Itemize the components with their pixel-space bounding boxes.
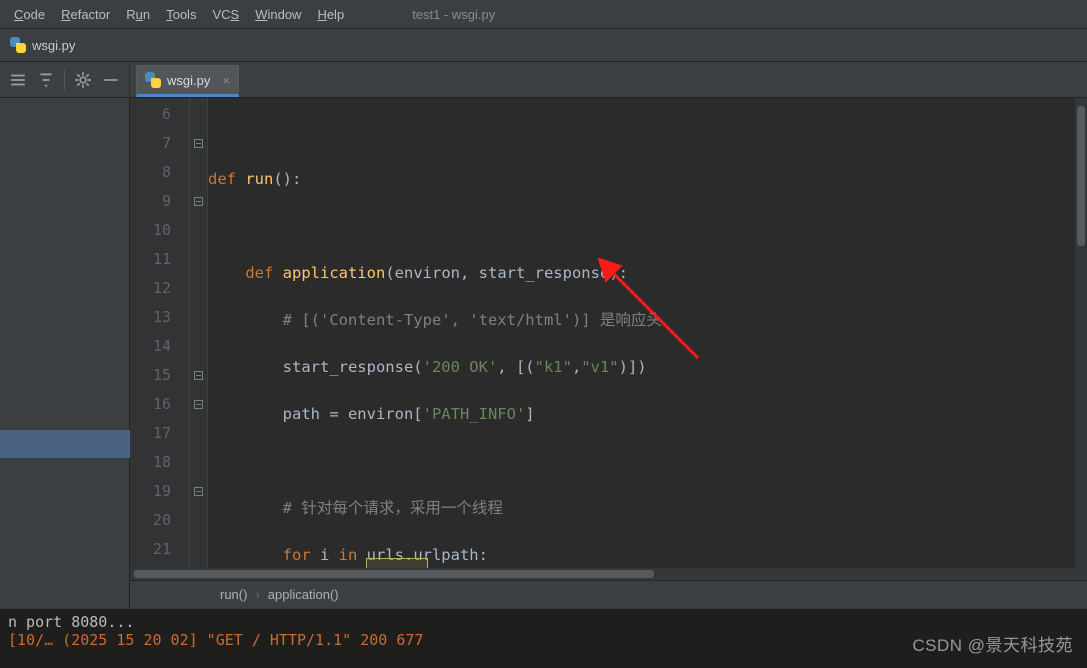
fold-cell[interactable] bbox=[190, 535, 207, 564]
project-toolbar bbox=[0, 62, 130, 97]
nav-bar: wsgi.py bbox=[0, 29, 1087, 62]
fold-cell[interactable] bbox=[190, 419, 207, 448]
line-number: 10 bbox=[130, 216, 189, 245]
close-icon[interactable]: × bbox=[222, 73, 230, 88]
line-number: 11 bbox=[130, 245, 189, 274]
breadcrumb-item[interactable]: run() bbox=[220, 587, 247, 602]
scrollbar-thumb[interactable] bbox=[1077, 106, 1085, 246]
menu-help[interactable]: Help bbox=[309, 0, 352, 28]
run-console[interactable]: n port 8080... [10/… (2025 15 20 02] "GE… bbox=[0, 608, 1087, 668]
menu-refactor[interactable]: Refactor bbox=[53, 0, 118, 28]
line-number: 13 bbox=[130, 303, 189, 332]
fold-toggle-icon[interactable] bbox=[194, 139, 203, 148]
fold-cell[interactable] bbox=[190, 303, 207, 332]
console-line: [10/… (2025 15 20 02] "GET / HTTP/1.1" 2… bbox=[8, 631, 1079, 649]
fold-cell[interactable] bbox=[190, 187, 207, 216]
menu-code[interactable]: Code bbox=[6, 0, 53, 28]
menu-vcs[interactable]: VCS bbox=[204, 0, 247, 28]
fold-cell[interactable] bbox=[190, 332, 207, 361]
window-title: test1 - wsgi.py bbox=[412, 7, 495, 22]
menu-bar: Code Refactor Run Tools VCS Window Help … bbox=[0, 0, 1087, 29]
line-number: 7 bbox=[130, 129, 189, 158]
code-line: # 针对每个请求，采用一个线程 bbox=[208, 494, 1087, 523]
fold-toggle-icon[interactable] bbox=[194, 400, 203, 409]
fold-toggle-icon[interactable] bbox=[194, 197, 203, 206]
fold-cell[interactable] bbox=[190, 100, 207, 129]
fold-cell[interactable] bbox=[190, 477, 207, 506]
scrollbar-thumb[interactable] bbox=[134, 570, 654, 578]
side-panel[interactable] bbox=[0, 98, 130, 608]
line-number-gutter: 6789101112131415161718192021 bbox=[130, 98, 190, 608]
minimize-button[interactable] bbox=[102, 71, 120, 89]
line-number: 21 bbox=[130, 535, 189, 564]
python-file-icon bbox=[145, 72, 161, 88]
line-number: 19 bbox=[130, 477, 189, 506]
menu-window[interactable]: Window bbox=[247, 0, 309, 28]
chevron-right-icon: › bbox=[255, 587, 259, 602]
code-line: def run(): bbox=[208, 165, 1087, 194]
line-number: 6 bbox=[130, 100, 189, 129]
line-number: 15 bbox=[130, 361, 189, 390]
code-line: start_response('200 OK', [("k1","v1")]) bbox=[208, 353, 1087, 382]
tool-button-2[interactable] bbox=[37, 71, 55, 89]
code-line bbox=[208, 118, 1087, 147]
menu-run[interactable]: Run bbox=[118, 0, 158, 28]
code-line: # [('Content-Type', 'text/html')] 是响应头 bbox=[208, 306, 1087, 335]
line-number: 12 bbox=[130, 274, 189, 303]
code-line: def application(environ, start_response)… bbox=[208, 259, 1087, 288]
fold-cell[interactable] bbox=[190, 390, 207, 419]
python-file-icon bbox=[10, 37, 26, 53]
editor-tab-wsgi[interactable]: wsgi.py × bbox=[136, 65, 239, 97]
code-line bbox=[208, 212, 1087, 241]
code-line: for i in urls.urlpath: bbox=[208, 541, 1087, 570]
fold-cell[interactable] bbox=[190, 274, 207, 303]
nav-filename[interactable]: wsgi.py bbox=[32, 38, 75, 53]
line-number: 17 bbox=[130, 419, 189, 448]
breadcrumb: run() › application() bbox=[130, 580, 1087, 608]
fold-gutter bbox=[190, 98, 208, 608]
fold-cell[interactable] bbox=[190, 129, 207, 158]
tool-button-1[interactable] bbox=[9, 71, 27, 89]
breadcrumb-item[interactable]: application() bbox=[268, 587, 339, 602]
menu-tools[interactable]: Tools bbox=[158, 0, 204, 28]
line-number: 14 bbox=[130, 332, 189, 361]
code-editor[interactable]: def run(): def application(environ, star… bbox=[208, 98, 1087, 608]
vertical-scrollbar[interactable] bbox=[1075, 98, 1087, 580]
line-number: 20 bbox=[130, 506, 189, 535]
horizontal-scrollbar[interactable] bbox=[130, 568, 1075, 580]
console-line: n port 8080... bbox=[8, 613, 1079, 631]
fold-cell[interactable] bbox=[190, 506, 207, 535]
editor-area: 6789101112131415161718192021 def run(): … bbox=[0, 98, 1087, 608]
line-number: 9 bbox=[130, 187, 189, 216]
code-line: path = environ['PATH_INFO'] bbox=[208, 400, 1087, 429]
panel-selection[interactable] bbox=[0, 430, 130, 458]
line-number: 8 bbox=[130, 158, 189, 187]
tab-label: wsgi.py bbox=[167, 73, 210, 88]
fold-cell[interactable] bbox=[190, 158, 207, 187]
fold-cell[interactable] bbox=[190, 245, 207, 274]
toolbar-separator bbox=[64, 70, 65, 90]
line-number: 16 bbox=[130, 390, 189, 419]
code-line bbox=[208, 447, 1087, 476]
fold-cell[interactable] bbox=[190, 361, 207, 390]
tool-row: wsgi.py × bbox=[0, 62, 1087, 98]
fold-toggle-icon[interactable] bbox=[194, 487, 203, 496]
fold-cell[interactable] bbox=[190, 216, 207, 245]
fold-toggle-icon[interactable] bbox=[194, 371, 203, 380]
line-number: 18 bbox=[130, 448, 189, 477]
fold-cell[interactable] bbox=[190, 448, 207, 477]
tab-bar: wsgi.py × bbox=[130, 62, 239, 97]
settings-button[interactable] bbox=[74, 71, 92, 89]
